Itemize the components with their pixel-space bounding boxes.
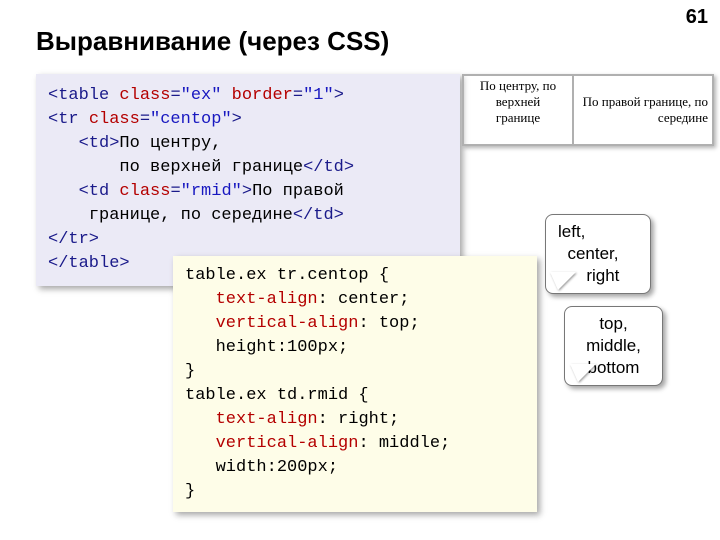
code-text: border [232, 86, 293, 105]
code-text: <table [48, 86, 119, 105]
code-text: <tr [48, 110, 89, 129]
code-text: </td> [303, 158, 354, 177]
page-number: 61 [686, 6, 708, 29]
callout-line: top, [599, 314, 627, 333]
code-text: text-align [216, 290, 318, 309]
demo-cell-center-top: По центру, по верхней границе [463, 75, 573, 145]
code-text: table.ex tr.centop { [185, 266, 389, 285]
code-text: "ex" [181, 86, 222, 105]
code-text: : top; [358, 314, 419, 333]
code-text: "1" [303, 86, 334, 105]
callout-line: middle, [586, 336, 641, 355]
code-text: > [334, 86, 344, 105]
code-text [185, 338, 216, 357]
code-text: "centop" [150, 110, 232, 129]
code-text: </tr> [48, 230, 99, 249]
code-text [48, 134, 79, 153]
code-text [185, 290, 216, 309]
code-text: = [293, 86, 303, 105]
code-text: По правой [252, 182, 344, 201]
table-row: По центру, по верхней границе По правой … [463, 75, 713, 145]
code-text: = [140, 110, 150, 129]
page-title: Выравнивание (через CSS) [36, 26, 389, 57]
code-text [185, 434, 216, 453]
code-block-html: <table class="ex" border="1"> <tr class=… [36, 74, 460, 286]
code-text: : right; [318, 410, 400, 429]
code-text: class [89, 110, 140, 129]
code-text: <td [79, 182, 120, 201]
code-block-css: table.ex tr.centop { text-align: center;… [173, 256, 537, 512]
code-text: height:100px; [216, 338, 349, 357]
code-text: text-align [216, 410, 318, 429]
callout-line: center, [558, 244, 618, 263]
code-text: = [170, 86, 180, 105]
code-text [185, 314, 216, 333]
code-text: </table> [48, 254, 130, 273]
code-text: По центру, [119, 134, 221, 153]
callout-line: left, [558, 222, 585, 241]
code-text [48, 182, 79, 201]
code-text: <td> [79, 134, 120, 153]
code-text: table.ex td.rmid { [185, 386, 369, 405]
code-text [185, 410, 216, 429]
code-text: class [119, 182, 170, 201]
code-text: границе, по середине [89, 206, 293, 225]
code-text: по верхней границе [119, 158, 303, 177]
code-text: vertical-align [216, 314, 359, 333]
demo-text: По центру, по [480, 78, 556, 93]
code-text [48, 206, 89, 225]
demo-text: верхней [496, 94, 541, 109]
code-text: </td> [293, 206, 344, 225]
code-text: > [232, 110, 242, 129]
code-text: } [185, 482, 195, 501]
demo-cell-right-middle: По правой границе, по середине [573, 75, 713, 145]
code-text: vertical-align [216, 434, 359, 453]
code-text: class [119, 86, 170, 105]
code-text: width:200px; [216, 458, 338, 477]
code-text: } [185, 362, 195, 381]
callout-tail-icon [550, 272, 576, 290]
code-text [221, 86, 231, 105]
demo-table: По центру, по верхней границе По правой … [462, 74, 714, 146]
code-text: = [170, 182, 180, 201]
demo-text: По правой границе, по [583, 94, 708, 109]
code-text [185, 458, 216, 477]
demo-text: границе [496, 110, 540, 125]
demo-text: середине [658, 110, 708, 125]
code-text: : middle; [358, 434, 450, 453]
code-text [48, 158, 119, 177]
code-text: "rmid" [181, 182, 242, 201]
code-text: > [242, 182, 252, 201]
code-text: : center; [318, 290, 410, 309]
callout-tail-icon [570, 364, 596, 382]
